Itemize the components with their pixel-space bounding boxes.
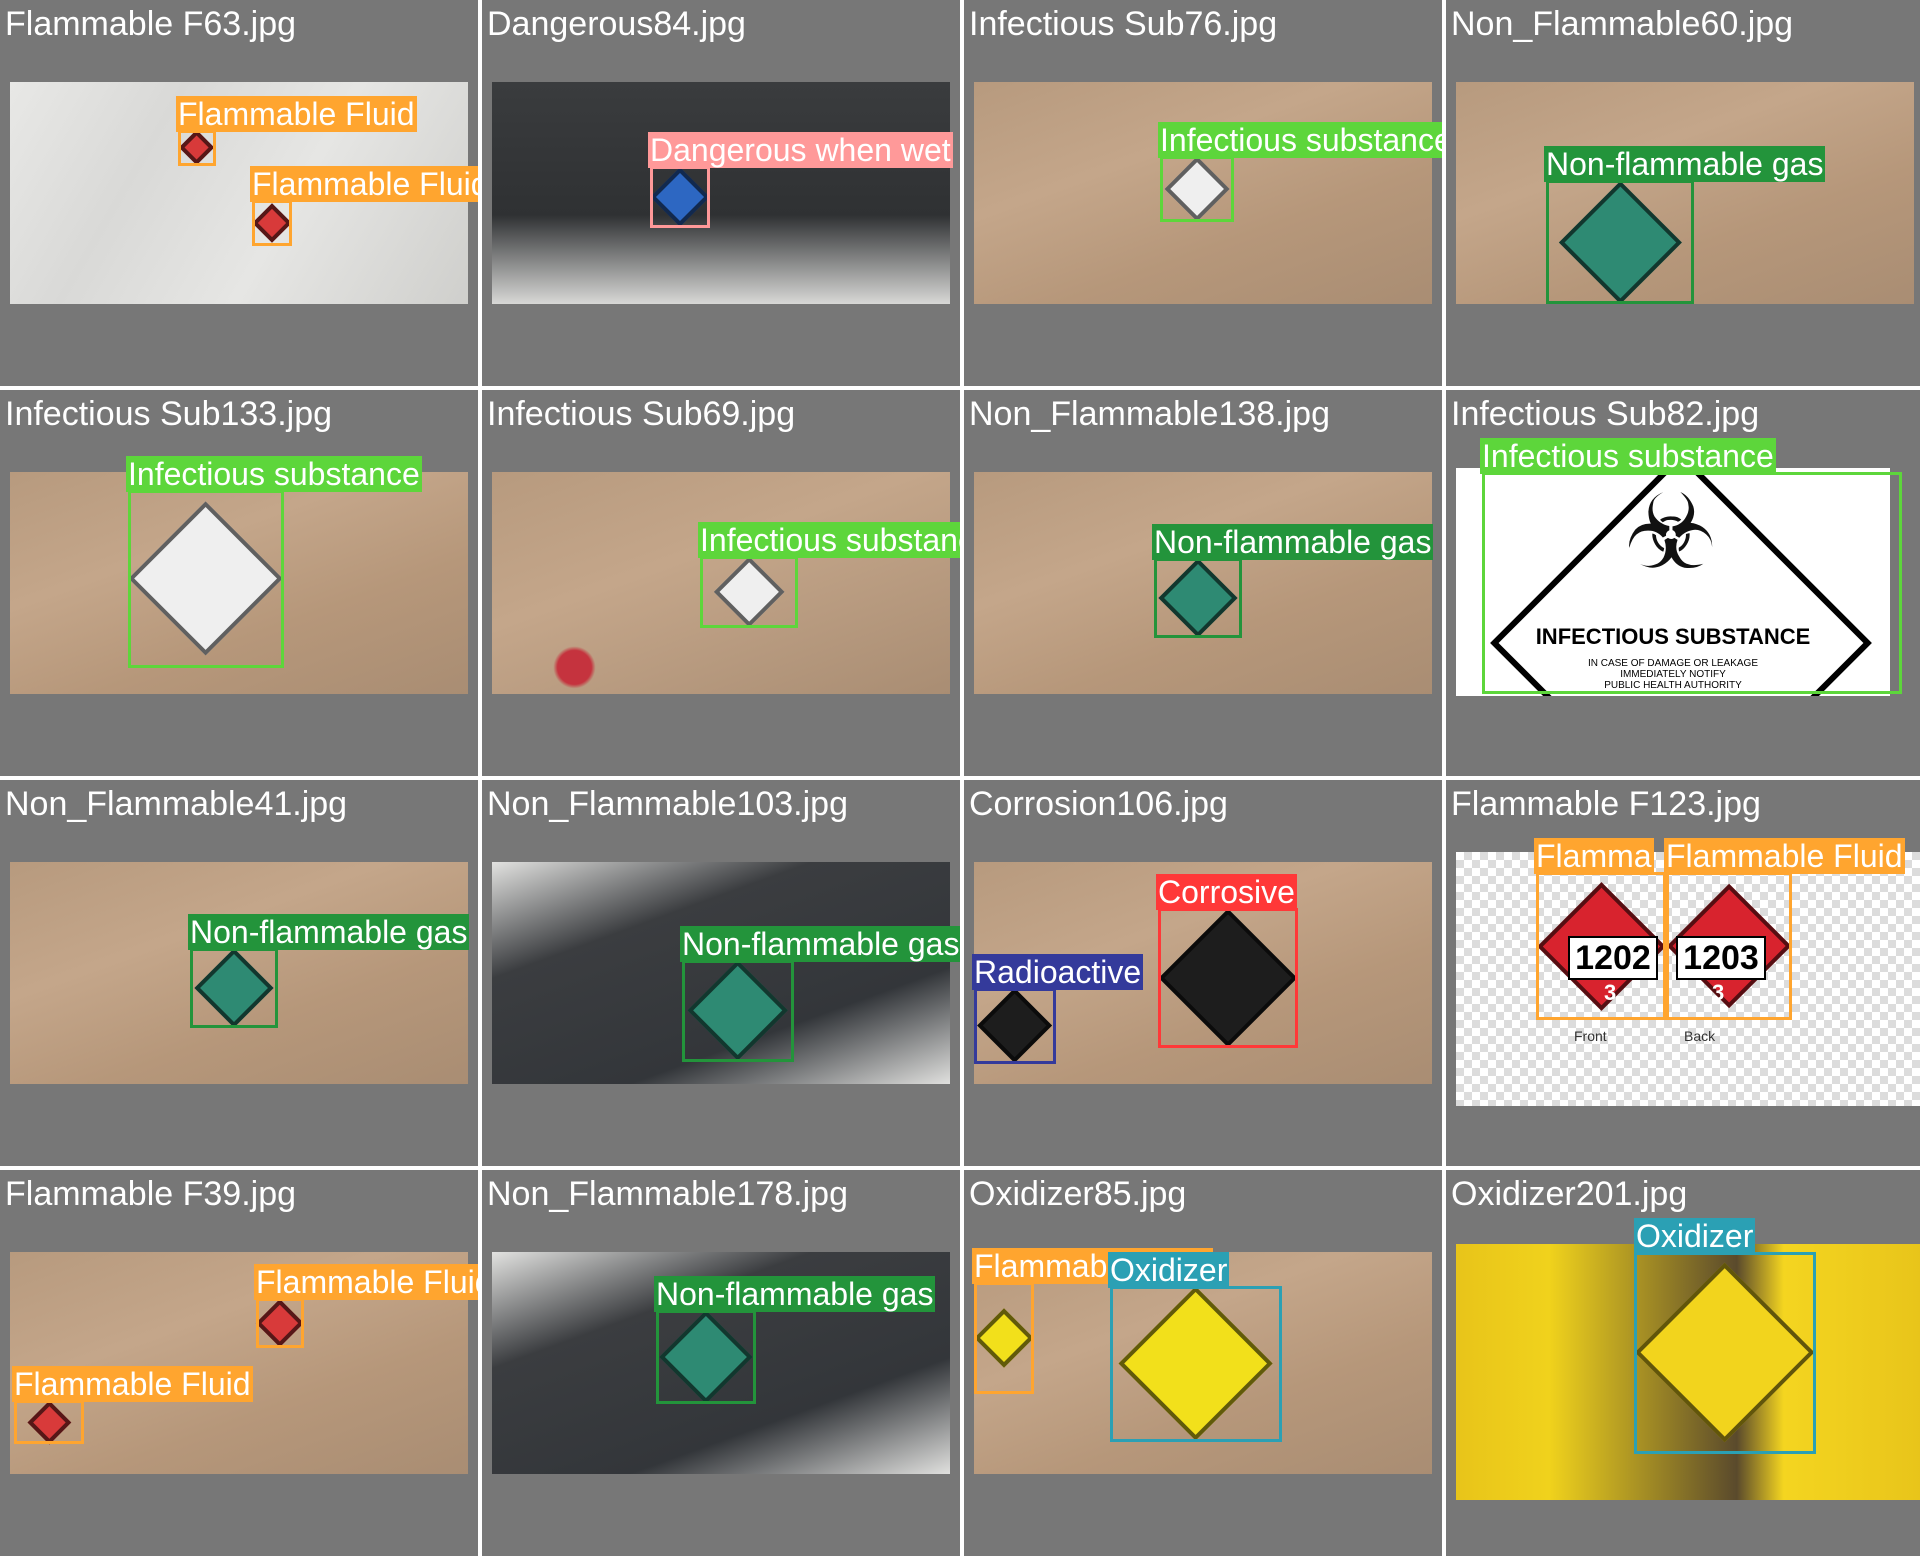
detection-box — [700, 556, 798, 628]
result-cell[interactable]: Infectious Sub133.jpg Infectious substanc… — [0, 390, 478, 776]
detection-box — [974, 988, 1056, 1064]
detection-label: Infectious substance — [126, 456, 422, 492]
detection-label: Flammable Fluid — [254, 1264, 478, 1300]
placard-caption: Back — [1684, 1028, 1716, 1044]
detection-label: Flammable Fluid — [1664, 838, 1905, 874]
detection-box — [1536, 872, 1666, 1020]
detection-label: Dangerous when wet — [648, 132, 953, 168]
image-filename: Non_Flammable103.jpg — [487, 785, 848, 823]
image-filename: Flammable F63.jpg — [5, 5, 297, 43]
detection-label: Flammable Fluid — [12, 1366, 253, 1402]
detection-box — [1666, 872, 1792, 1020]
detection-label: Corrosive — [1156, 874, 1297, 910]
detection-box — [974, 1282, 1034, 1394]
image-filename: Flammable F39.jpg — [5, 1175, 297, 1213]
detection-label: Flammable Fluid — [176, 96, 417, 132]
detection-label: Non-flammable gas — [1544, 146, 1826, 182]
detection-box — [1154, 558, 1242, 638]
detection-box — [256, 1298, 304, 1348]
result-cell[interactable]: Oxidizer85.jpg Flammable Fluid Oxidizer — [964, 1170, 1442, 1556]
image-filename: Corrosion106.jpg — [969, 785, 1228, 823]
detection-box — [1110, 1286, 1282, 1442]
result-cell[interactable]: Dangerous84.jpg Dangerous when wet — [482, 0, 960, 386]
detection-label: Non-flammable gas — [1152, 524, 1434, 560]
detection-box — [1158, 908, 1298, 1048]
result-cell[interactable]: Flammable F63.jpg Flammable Fluid Flammabl… — [0, 0, 478, 386]
detection-box — [650, 166, 710, 228]
detection-label: Infectious substance — [1158, 122, 1442, 158]
detection-box — [178, 130, 216, 166]
detection-box — [1482, 472, 1902, 694]
result-cell[interactable]: Oxidizer201.jpg Oxidizer — [1446, 1170, 1920, 1556]
result-cell[interactable]: Non_Flammable138.jpg Non-flammable gas — [964, 390, 1442, 776]
image-filename: Non_Flammable41.jpg — [5, 785, 348, 823]
detection-label: Infectious substance — [698, 522, 960, 558]
detection-box — [14, 1400, 84, 1444]
detection-label: Flammable Fluid — [250, 166, 478, 202]
detection-box — [1546, 180, 1694, 304]
detection-label: Non-flammable gas — [680, 926, 960, 962]
detection-box — [128, 490, 284, 668]
image-filename: Infectious Sub82.jpg — [1451, 395, 1760, 433]
image-filename: Flammable F123.jpg — [1451, 785, 1761, 823]
detection-box — [682, 960, 794, 1062]
detection-label: Oxidizer — [1634, 1218, 1756, 1254]
results-grid: Flammable F63.jpg Flammable Fluid Flammabl… — [0, 0, 1920, 1556]
detection-label: Flamma — [1534, 838, 1654, 874]
detection-box — [1634, 1252, 1816, 1454]
image-filename: Oxidizer85.jpg — [969, 1175, 1187, 1213]
detection-box — [252, 200, 292, 246]
detection-label: Non-flammable gas — [188, 914, 470, 950]
result-cell[interactable]: Non_Flammable178.jpg Non-flammable gas — [482, 1170, 960, 1556]
detection-label: Radioactive — [972, 954, 1144, 990]
result-cell[interactable]: Corrosion106.jpg Corrosive Radioactive — [964, 780, 1442, 1166]
detection-box — [1160, 156, 1234, 222]
result-cell[interactable]: Flammable F39.jpg Flammable Fluid Flammabl… — [0, 1170, 478, 1556]
result-cell[interactable]: Flammable F123.jpg 1202 3 Front 1203 3 Back Fla… — [1446, 780, 1920, 1166]
image-filename: Non_Flammable138.jpg — [969, 395, 1330, 433]
image-filename: Infectious Sub133.jpg — [5, 395, 333, 433]
result-cell[interactable]: Non_Flammable60.jpg Non-flammable gas — [1446, 0, 1920, 386]
image-thumbnail — [492, 82, 950, 304]
image-filename: Oxidizer201.jpg — [1451, 1175, 1688, 1213]
image-filename: Non_Flammable60.jpg — [1451, 5, 1794, 43]
result-cell[interactable]: Infectious Sub76.jpg Infectious substance — [964, 0, 1442, 386]
result-cell[interactable]: Infectious Sub82.jpg ☣ INFECTIOUS SUBSTANC… — [1446, 390, 1920, 776]
result-cell[interactable]: Non_Flammable103.jpg Non-flammable gas — [482, 780, 960, 1166]
image-filename: Infectious Sub76.jpg — [969, 5, 1278, 43]
image-filename: Dangerous84.jpg — [487, 5, 746, 43]
placard-caption: Front — [1574, 1028, 1607, 1044]
detection-box — [656, 1310, 756, 1404]
detection-box — [190, 948, 278, 1028]
detection-label: Infectious substance — [1480, 438, 1776, 474]
detection-label: Oxidizer — [1108, 1252, 1230, 1288]
result-cell[interactable]: Infectious Sub69.jpg Infectious substance — [482, 390, 960, 776]
detection-label: Non-flammable gas — [654, 1276, 936, 1312]
result-cell[interactable]: Non_Flammable41.jpg Non-flammable gas — [0, 780, 478, 1166]
image-filename: Non_Flammable178.jpg — [487, 1175, 848, 1213]
image-filename: Infectious Sub69.jpg — [487, 395, 796, 433]
